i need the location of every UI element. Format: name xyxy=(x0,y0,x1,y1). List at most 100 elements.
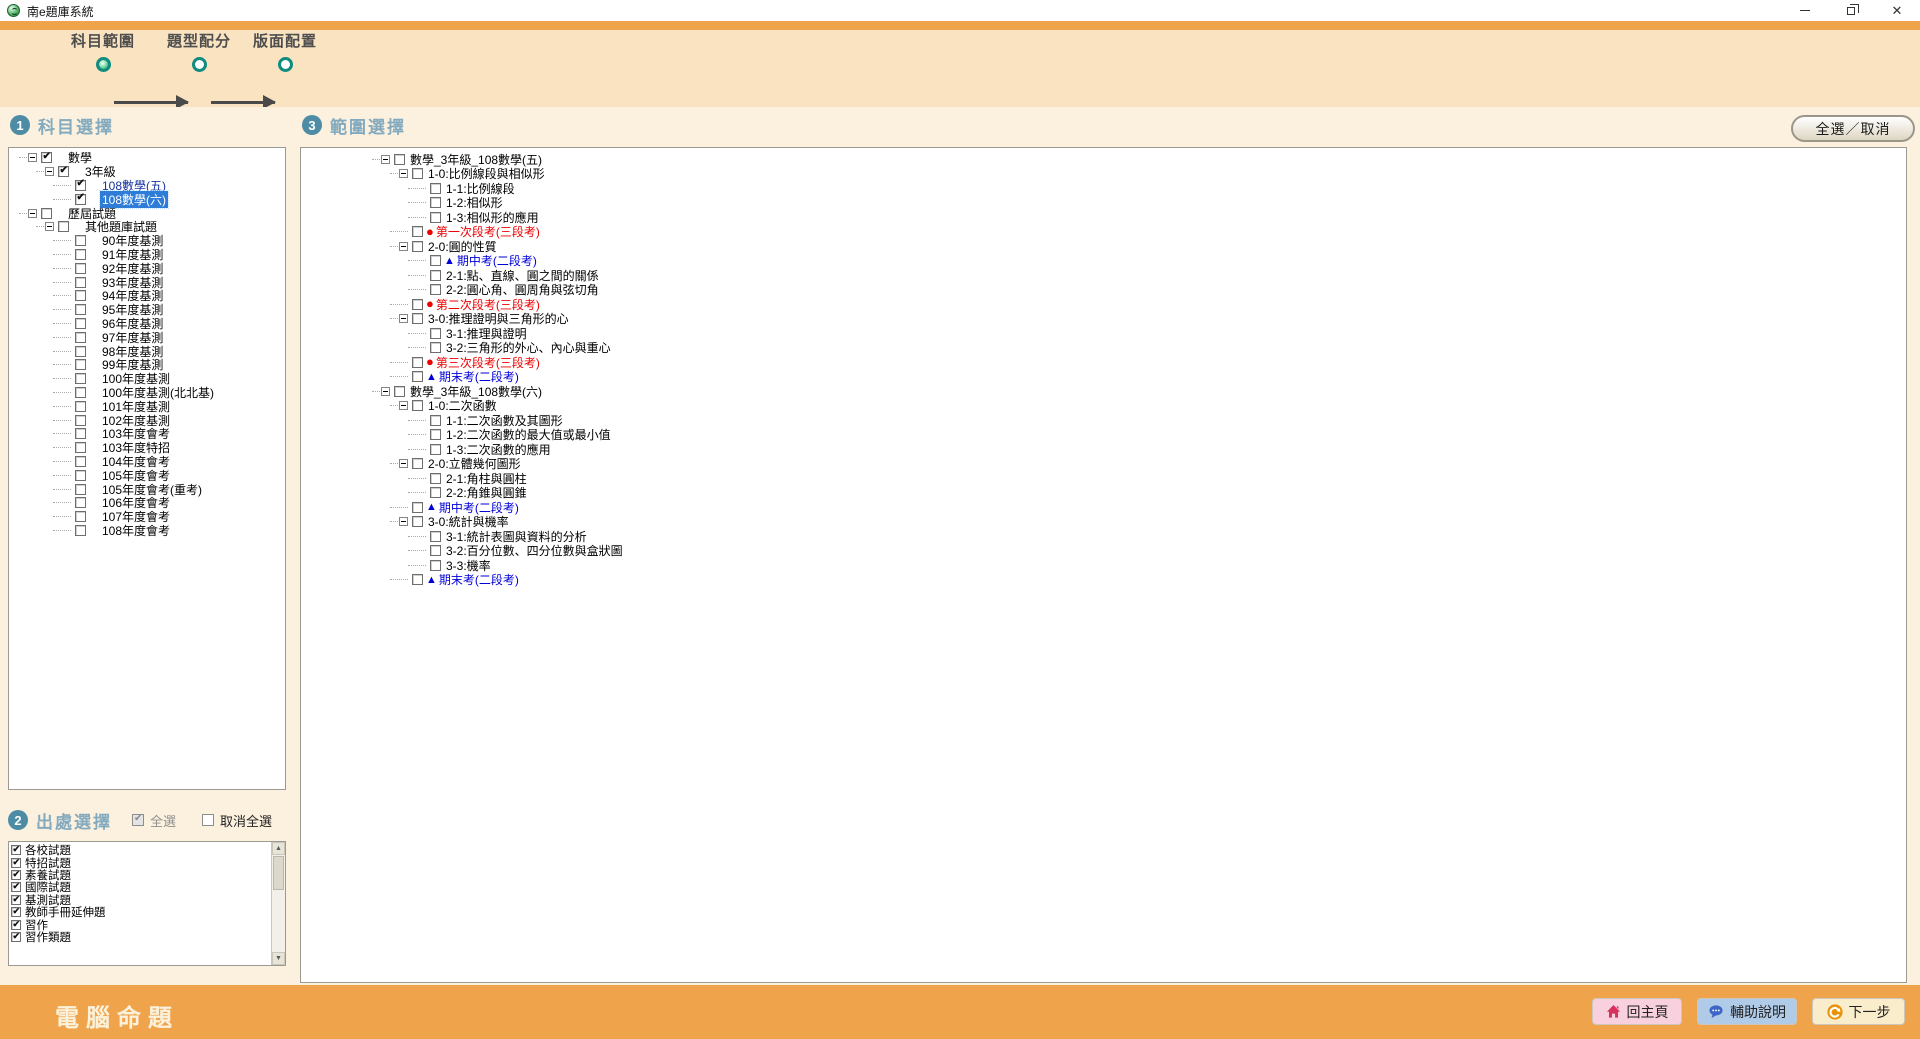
tree-node[interactable]: 1-2:相似形 xyxy=(362,196,1906,211)
checkbox[interactable] xyxy=(75,263,86,274)
help-button[interactable]: 輔助說明 xyxy=(1697,998,1797,1025)
checkbox[interactable] xyxy=(412,371,423,382)
checkbox[interactable] xyxy=(75,415,86,426)
tree-node[interactable]: 2-0:立體幾何圖形 xyxy=(362,457,1906,472)
checkbox[interactable] xyxy=(75,497,86,508)
checkbox[interactable] xyxy=(11,858,21,868)
tree-node[interactable]: 3-2:三角形的外心、內心與重心 xyxy=(362,341,1906,356)
tree-node[interactable]: 1-2:二次函數的最大值或最小值 xyxy=(362,428,1906,443)
collapse-icon[interactable] xyxy=(399,459,408,468)
checkbox[interactable] xyxy=(75,318,86,329)
tree-node[interactable]: 3-3:機率 xyxy=(362,558,1906,573)
checkbox[interactable] xyxy=(430,212,441,223)
checkbox[interactable] xyxy=(412,574,423,585)
checkbox[interactable] xyxy=(75,442,86,453)
tree-node[interactable]: 2-0:圓的性質 xyxy=(362,239,1906,254)
checkbox[interactable] xyxy=(430,487,441,498)
tree-node[interactable]: 3-0:推理證明與三角形的心 xyxy=(362,312,1906,327)
checkbox[interactable] xyxy=(430,255,441,266)
scrollbar[interactable]: ▲ ▼ xyxy=(271,842,285,965)
tree-node[interactable]: 1-3:相似形的應用 xyxy=(362,210,1906,225)
checkbox[interactable] xyxy=(11,882,21,892)
collapse-icon[interactable] xyxy=(399,314,408,323)
checkbox[interactable] xyxy=(412,168,423,179)
checkbox[interactable] xyxy=(75,290,86,301)
tree-node[interactable]: 108年度會考 xyxy=(9,524,285,538)
checkbox[interactable] xyxy=(412,458,423,469)
next-step-button[interactable]: 下一步 xyxy=(1812,998,1905,1025)
tree-node[interactable]: ●第一次段考(三段考) xyxy=(362,225,1906,240)
checkbox[interactable] xyxy=(412,502,423,513)
checkbox[interactable] xyxy=(75,373,86,384)
checkbox[interactable] xyxy=(75,470,86,481)
tree-node[interactable]: 1-3:二次函數的應用 xyxy=(362,442,1906,457)
tree-node[interactable]: 2-2:圓心角、圓周角與弦切角 xyxy=(362,283,1906,298)
collapse-icon[interactable] xyxy=(381,155,390,164)
checkbox[interactable] xyxy=(75,525,86,536)
source-list-item[interactable]: 教師手冊延伸題 xyxy=(9,906,285,918)
step-subject-range[interactable]: 科目範圍 xyxy=(55,30,151,72)
checkbox[interactable] xyxy=(412,400,423,411)
checkbox[interactable] xyxy=(75,401,86,412)
checkbox[interactable] xyxy=(75,428,86,439)
tree-node[interactable]: 數學 xyxy=(9,151,285,165)
checkbox[interactable] xyxy=(430,531,441,542)
checkbox[interactable] xyxy=(412,313,423,324)
tree-node[interactable]: 1-0:二次函數 xyxy=(362,399,1906,414)
tree-node[interactable]: 數學_3年級_108數學(五) xyxy=(362,152,1906,167)
checkbox[interactable] xyxy=(41,208,52,219)
collapse-icon[interactable] xyxy=(28,153,37,162)
scroll-down-icon[interactable]: ▼ xyxy=(272,952,285,965)
checkbox[interactable] xyxy=(11,932,21,942)
checkbox[interactable] xyxy=(11,895,21,905)
checkbox[interactable] xyxy=(75,249,86,260)
checkbox[interactable] xyxy=(430,270,441,281)
checkbox[interactable] xyxy=(75,346,86,357)
tree-node[interactable]: ▲期末考(二段考) xyxy=(362,370,1906,385)
tree-node[interactable]: ●第二次段考(三段考) xyxy=(362,297,1906,312)
scroll-up-icon[interactable]: ▲ xyxy=(272,842,285,855)
tree-node[interactable]: ▲期末考(二段考) xyxy=(362,573,1906,588)
checkbox[interactable] xyxy=(412,516,423,527)
tree-node[interactable]: 2-2:角錐與圓錐 xyxy=(362,486,1906,501)
tree-node[interactable]: 1-0:比例線段與相似形 xyxy=(362,167,1906,182)
checkbox[interactable] xyxy=(412,241,423,252)
collapse-icon[interactable] xyxy=(399,401,408,410)
tree-node[interactable]: 數學_3年級_108數學(六) xyxy=(362,384,1906,399)
checkbox[interactable] xyxy=(430,415,441,426)
checkbox[interactable] xyxy=(394,386,405,397)
restore-button[interactable] xyxy=(1828,0,1874,21)
tree-node[interactable]: 1-1:比例線段 xyxy=(362,181,1906,196)
checkbox[interactable] xyxy=(430,560,441,571)
checkbox[interactable] xyxy=(75,180,86,191)
checkbox[interactable] xyxy=(75,511,86,522)
deselect-all-checkbox[interactable]: 取消全選 xyxy=(202,811,272,830)
checkbox[interactable] xyxy=(75,277,86,288)
checkbox[interactable] xyxy=(430,545,441,556)
checkbox[interactable] xyxy=(11,845,21,855)
step-question-type[interactable]: 題型配分 xyxy=(151,30,247,72)
checkbox[interactable] xyxy=(430,342,441,353)
checkbox[interactable] xyxy=(430,328,441,339)
home-button[interactable]: 回主頁 xyxy=(1592,998,1682,1025)
checkbox[interactable] xyxy=(394,154,405,165)
collapse-icon[interactable] xyxy=(399,169,408,178)
checkbox[interactable] xyxy=(58,221,69,232)
checkbox[interactable] xyxy=(412,226,423,237)
collapse-icon[interactable] xyxy=(45,222,54,231)
checkbox[interactable] xyxy=(75,304,86,315)
checkbox[interactable] xyxy=(75,359,86,370)
checkbox[interactable] xyxy=(430,197,441,208)
tree-node[interactable]: 108數學(六) xyxy=(9,192,285,206)
checkbox[interactable] xyxy=(412,299,423,310)
checkbox[interactable] xyxy=(75,387,86,398)
select-all-checkbox[interactable]: 全選 xyxy=(132,811,176,830)
checkbox[interactable] xyxy=(75,332,86,343)
checkbox[interactable] xyxy=(11,870,21,880)
checkbox[interactable] xyxy=(430,183,441,194)
source-list-item[interactable]: 習作類題 xyxy=(9,931,285,943)
checkbox[interactable] xyxy=(412,357,423,368)
checkbox[interactable] xyxy=(75,194,86,205)
checkbox[interactable] xyxy=(430,429,441,440)
select-toggle-button[interactable]: 全選／取消 xyxy=(1791,115,1915,142)
